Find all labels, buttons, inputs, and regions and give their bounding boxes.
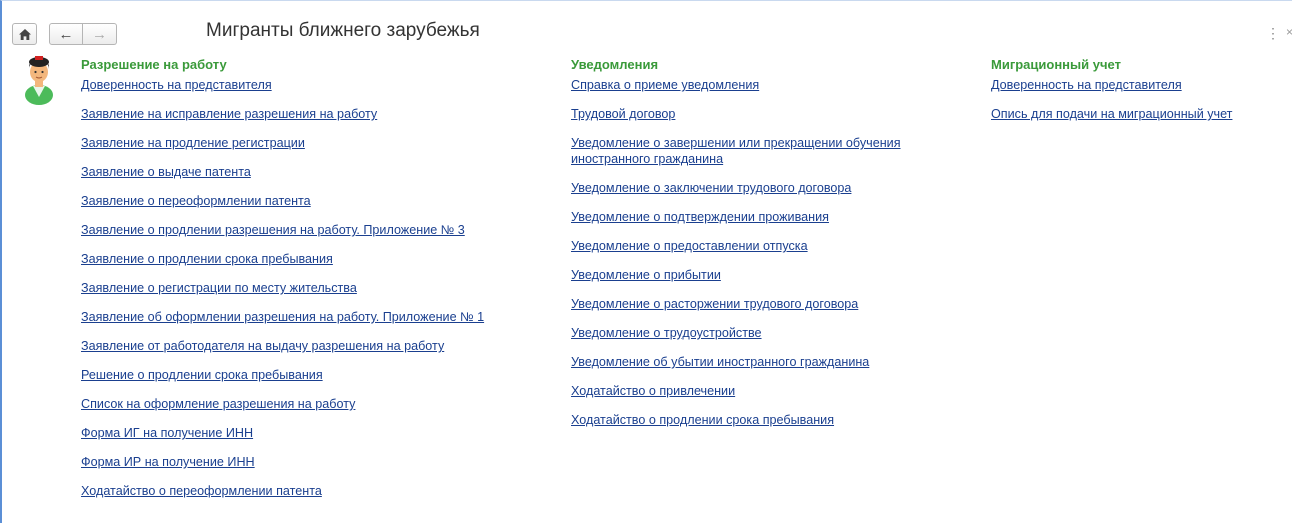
toolbar: ← →	[12, 21, 117, 47]
link-item[interactable]: Решение о продлении срока пребывания	[81, 367, 511, 383]
link-item[interactable]: Уведомление о заключении трудового догов…	[571, 180, 951, 196]
link-item[interactable]: Заявление о продлении срока пребывания	[81, 251, 511, 267]
link-item[interactable]: Заявление о выдаче патента	[81, 164, 511, 180]
link-item[interactable]: Доверенность на представителя	[991, 77, 1291, 93]
link-item[interactable]: Справка о приеме уведомления	[571, 77, 951, 93]
migrant-avatar-icon	[25, 56, 53, 105]
link-item[interactable]: Заявление о переоформлении патента	[81, 193, 511, 209]
link-item[interactable]: Уведомление о подтверждении проживания	[571, 209, 951, 225]
close-icon[interactable]: ×	[1286, 25, 1292, 39]
link-item[interactable]: Уведомление о завершении или прекращении…	[571, 135, 941, 167]
link-item[interactable]: Форма ИГ на получение ИНН	[81, 425, 511, 441]
link-list: Доверенность на представителя Заявление …	[81, 77, 511, 499]
link-item[interactable]: Уведомление о расторжении трудового дого…	[571, 296, 951, 312]
link-item[interactable]: Заявление от работодателя на выдачу разр…	[81, 338, 511, 354]
page-title: Мигранты ближнего зарубежья	[206, 20, 480, 41]
link-item[interactable]: Уведомление о предоставлении отпуска	[571, 238, 951, 254]
home-button[interactable]	[12, 23, 37, 45]
link-item[interactable]: Список на оформление разрешения на работ…	[81, 396, 511, 412]
link-item[interactable]: Уведомление об убытии иностранного гражд…	[571, 354, 951, 370]
link-item[interactable]: Ходатайство о продлении срока пребывания	[571, 412, 951, 428]
link-item[interactable]: Доверенность на представителя	[81, 77, 511, 93]
link-item[interactable]: Уведомление о трудоустройстве	[571, 325, 951, 341]
navigation-buttons: ← →	[49, 23, 117, 45]
link-list: Справка о приеме уведомления Трудовой до…	[571, 77, 951, 428]
link-item[interactable]: Заявление о регистрации по месту жительс…	[81, 280, 511, 296]
column-work-permit: Разрешение на работу Доверенность на пре…	[81, 57, 511, 499]
more-options-icon[interactable]: ⋮	[1266, 25, 1280, 42]
back-button[interactable]: ←	[49, 23, 83, 45]
forward-button[interactable]: →	[83, 23, 117, 45]
link-list: Доверенность на представителя Опись для …	[991, 77, 1291, 122]
link-item[interactable]: Форма ИР на получение ИНН	[81, 454, 511, 470]
link-item[interactable]: Заявление на продление регистрации	[81, 135, 511, 151]
arrow-left-icon: ←	[58, 25, 74, 43]
link-item[interactable]: Заявление о продлении разрешения на рабо…	[81, 222, 511, 238]
section-heading-work-permit: Разрешение на работу	[81, 57, 227, 72]
form-window: ← → Мигранты ближнего зарубежья ⋮ × Разр…	[0, 0, 1292, 523]
link-item[interactable]: Ходатайство о привлечении	[571, 383, 951, 399]
link-item[interactable]: Трудовой договор	[571, 106, 951, 122]
home-icon	[18, 28, 31, 40]
link-item[interactable]: Заявление об оформлении разрешения на ра…	[81, 309, 501, 325]
link-item[interactable]: Заявление на исправление разрешения на р…	[81, 106, 511, 122]
column-migration-registration: Миграционный учет Доверенность на предст…	[991, 57, 1291, 122]
section-heading-notifications: Уведомления	[571, 57, 659, 72]
arrow-right-icon: →	[92, 25, 107, 43]
column-notifications: Уведомления Справка о приеме уведомления…	[571, 57, 951, 428]
link-item[interactable]: Уведомление о прибытии	[571, 267, 951, 283]
link-item[interactable]: Ходатайство о переоформлении патента	[81, 483, 511, 499]
link-item[interactable]: Опись для подачи на миграционный учет	[991, 106, 1291, 122]
section-heading-migration-registration: Миграционный учет	[991, 57, 1121, 72]
